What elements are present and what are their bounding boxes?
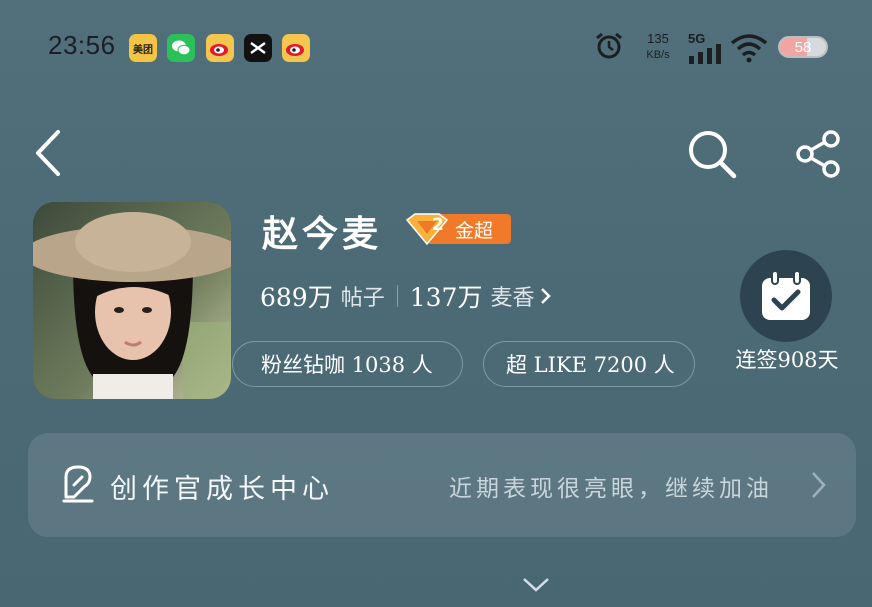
fan-diamond-text: 粉丝钻咖 1038 人 <box>261 353 433 377</box>
checkin-label: 连签908天 <box>735 348 839 372</box>
search-button[interactable] <box>686 128 738 184</box>
profile-stats: 689万 帖子 137万 麦香 <box>260 278 554 314</box>
chevron-right-icon <box>541 288 552 304</box>
net-speed: 135 KB/s <box>646 31 670 61</box>
chevron-right-icon[interactable] <box>808 470 828 504</box>
expand-chevron-icon[interactable] <box>521 575 551 599</box>
creator-subtitle: 近期表现很亮眼，继续加油 <box>449 476 773 502</box>
posts-label: 帖子 <box>340 286 385 311</box>
back-button[interactable] <box>30 128 66 182</box>
badge-label: 金超 <box>455 220 494 242</box>
super-like-pill[interactable]: 超 LIKE 7200 人 <box>483 341 695 387</box>
status-time: 23:56 <box>48 30 116 60</box>
share-button[interactable] <box>794 130 844 182</box>
fans-label[interactable]: 麦香 <box>490 280 534 312</box>
super-like-text: 超 LIKE 7200 人 <box>506 353 675 377</box>
fans-count[interactable]: 137万 <box>410 278 483 314</box>
battery-indicator: 58 <box>778 36 828 58</box>
creator-title: 创作官成长中心 <box>110 474 334 505</box>
gold-super-badge[interactable]: 2 金超 <box>405 212 511 246</box>
weibo-icon <box>206 34 234 62</box>
fan-diamond-pill[interactable]: 粉丝钻咖 1038 人 <box>232 341 463 387</box>
alarm-icon <box>594 31 624 65</box>
wifi-icon <box>730 33 768 67</box>
posts-count[interactable]: 689万 <box>260 278 333 314</box>
capcut-icon <box>244 34 272 62</box>
back-arrow-icon <box>36 130 60 176</box>
weibo-icon <box>282 34 310 62</box>
profile-name: 赵今麦 <box>262 213 383 255</box>
wechat-icon <box>167 34 195 62</box>
creator-icon <box>60 463 96 507</box>
search-icon <box>689 131 737 179</box>
calendar-check-icon <box>762 270 810 320</box>
share-icon <box>796 130 840 178</box>
checkin-button[interactable] <box>740 250 832 342</box>
badge-level: 2 <box>432 215 444 235</box>
signal-icon <box>689 44 723 68</box>
meituan-icon: 美团 <box>129 34 157 62</box>
stats-divider <box>396 285 398 307</box>
avatar[interactable] <box>33 202 231 399</box>
